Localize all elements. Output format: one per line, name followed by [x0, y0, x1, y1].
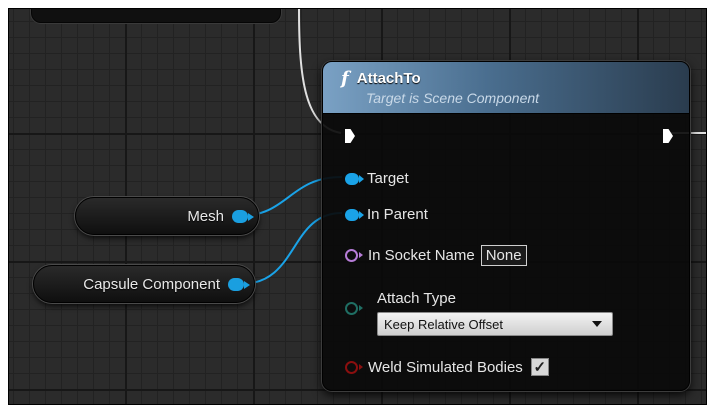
- capsule-output-pin[interactable]: [228, 277, 250, 291]
- weld-pin-row[interactable]: Weld Simulated Bodies ✓: [345, 358, 549, 376]
- attach-to-node[interactable]: f AttachTo Target is Scene Component Tar…: [322, 61, 690, 391]
- attach-type-value: Keep Relative Offset: [384, 316, 503, 332]
- exec-in-pin-icon[interactable]: [345, 129, 355, 143]
- weld-checkbox[interactable]: ✓: [530, 358, 549, 376]
- socket-name-field[interactable]: None: [480, 245, 527, 266]
- capsule-variable-label: Capsule Component: [83, 275, 220, 293]
- in-socket-name-label: In Socket Name: [368, 247, 475, 264]
- in-socket-name-pin-row[interactable]: In Socket Name None: [345, 245, 527, 266]
- capsule-variable-node[interactable]: Capsule Component: [33, 265, 255, 303]
- name-pin-icon[interactable]: [345, 249, 363, 262]
- attach-type-dropdown[interactable]: Keep Relative Offset: [377, 312, 613, 336]
- in-parent-pin-row[interactable]: In Parent: [345, 206, 428, 223]
- target-pin-label: Target: [367, 170, 409, 187]
- attach-type-label: Attach Type: [377, 290, 456, 307]
- node-title: AttachTo: [356, 70, 421, 87]
- node-subtitle: Target is Scene Component: [366, 90, 540, 106]
- target-pin-row[interactable]: Target: [345, 170, 409, 187]
- attach-type-pin-row[interactable]: [345, 302, 363, 315]
- blueprint-graph-canvas[interactable]: Mesh Capsule Component f AttachTo Target…: [8, 8, 707, 405]
- upstream-node[interactable]: [31, 9, 281, 23]
- chevron-down-icon: [592, 321, 602, 327]
- exec-out-pin-icon[interactable]: [663, 129, 673, 143]
- mesh-variable-label: Mesh: [187, 207, 224, 225]
- mesh-output-pin[interactable]: [232, 209, 254, 223]
- function-icon: f: [341, 68, 349, 89]
- in-parent-pin-label: In Parent: [367, 206, 428, 223]
- bool-pin-icon[interactable]: [345, 360, 363, 374]
- in-parent-pin-icon[interactable]: [345, 208, 364, 221]
- mesh-variable-node[interactable]: Mesh: [75, 197, 259, 235]
- weld-simulated-bodies-label: Weld Simulated Bodies: [368, 358, 523, 376]
- target-pin-icon[interactable]: [345, 172, 364, 185]
- checkmark-icon: ✓: [533, 358, 547, 376]
- attach-to-header: f AttachTo Target is Scene Component: [323, 62, 689, 114]
- enum-pin-icon[interactable]: [345, 302, 363, 315]
